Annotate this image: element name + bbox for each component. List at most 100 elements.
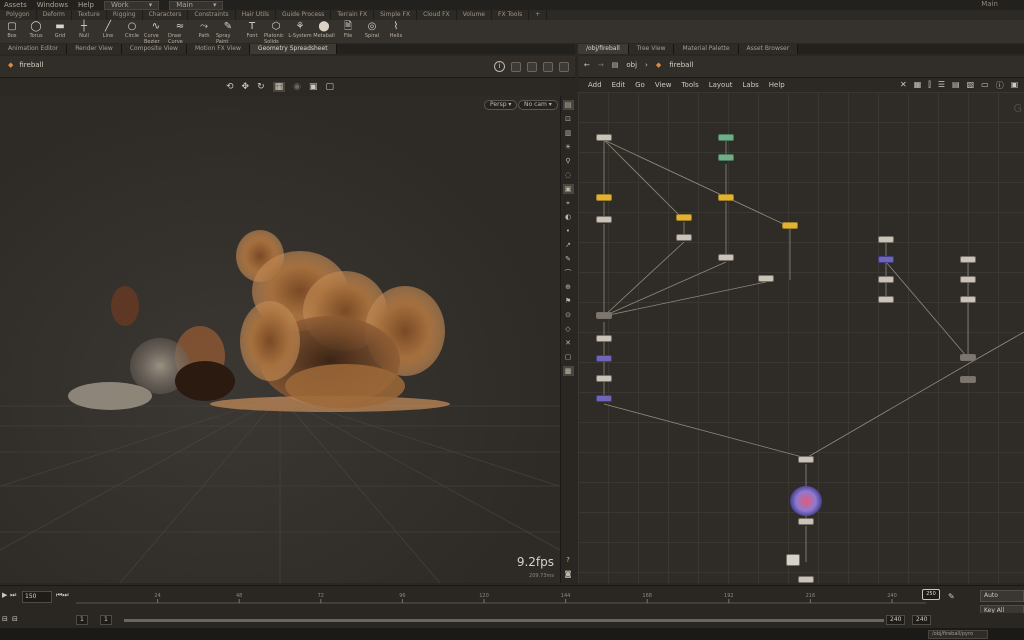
- frame-step-icon[interactable]: ⏮⏭: [56, 591, 69, 600]
- status-path-field[interactable]: /obj/fireball/pyro: [928, 630, 988, 639]
- pane-tab[interactable]: Animation Editor: [0, 44, 68, 54]
- range-start-input-2[interactable]: 1: [100, 615, 112, 625]
- flag-icon[interactable]: ⚑: [563, 296, 574, 306]
- path-node[interactable]: fireball: [669, 61, 693, 69]
- snap-grid-icon[interactable]: ▧: [967, 80, 975, 91]
- tool-l-system[interactable]: ⚘ L-System: [288, 20, 312, 43]
- back-icon[interactable]: ←: [584, 61, 590, 69]
- user-desktop-label[interactable]: Main: [981, 0, 998, 8]
- node[interactable]: [960, 354, 976, 361]
- pane-tab[interactable]: Material Palette: [674, 44, 739, 54]
- auto-key-button[interactable]: Auto: [980, 590, 1024, 602]
- node[interactable]: [596, 335, 612, 342]
- node[interactable]: [782, 222, 798, 229]
- node[interactable]: [798, 456, 814, 463]
- shade-icon[interactable]: ◐: [563, 212, 574, 222]
- maximize-icon[interactable]: [559, 61, 569, 72]
- network-menu-item[interactable]: View: [655, 81, 672, 89]
- desktop-selector[interactable]: Work ▾: [104, 0, 160, 10]
- tool-grid[interactable]: ▬ Grid: [48, 20, 72, 43]
- desktop-selector-2[interactable]: Main ▾: [169, 0, 224, 10]
- node[interactable]: [718, 254, 734, 261]
- node[interactable]: [596, 216, 612, 223]
- guide-icon[interactable]: ⊕: [563, 282, 574, 292]
- pin-icon[interactable]: [511, 61, 521, 72]
- node[interactable]: [960, 276, 976, 283]
- cam-select-menu[interactable]: No cam ▾: [518, 100, 558, 110]
- wrench-icon[interactable]: ✕: [900, 80, 907, 91]
- pane-tab[interactable]: Composite View: [121, 44, 187, 54]
- shelf-tab[interactable]: Simple FX: [374, 10, 418, 20]
- node[interactable]: [798, 518, 814, 525]
- capture-icon[interactable]: ▢: [563, 352, 574, 362]
- tool-line[interactable]: ╱ Line: [96, 20, 120, 43]
- info-icon[interactable]: i: [494, 61, 505, 72]
- point-icon[interactable]: •: [563, 226, 574, 236]
- network-menu-item[interactable]: Add: [588, 81, 602, 89]
- range-end-input[interactable]: 240: [886, 615, 906, 625]
- wire-icon[interactable]: ⌖: [563, 198, 574, 208]
- range-settings-icon[interactable]: ⊟: [12, 615, 18, 623]
- select-icon[interactable]: ▤: [562, 100, 574, 110]
- viewport-path-label[interactable]: fireball: [19, 61, 43, 69]
- tool-path[interactable]: ⤳ Path: [192, 20, 216, 43]
- grid-toggle-icon[interactable]: ▤: [952, 80, 960, 91]
- network-editor-canvas[interactable]: G: [578, 92, 1024, 583]
- move-icon[interactable]: ✥: [242, 82, 250, 92]
- network-settings-icon[interactable]: ▣: [1011, 80, 1019, 91]
- pyro-solver-node[interactable]: [790, 486, 822, 516]
- tool-box[interactable]: ▢ Box: [0, 20, 24, 43]
- tool-spray-paint[interactable]: ✎ Spray Paint: [216, 20, 240, 45]
- node[interactable]: [596, 194, 612, 201]
- node[interactable]: [878, 296, 894, 303]
- tool-curve-bezier[interactable]: ∿ Curve Bezier: [144, 20, 168, 45]
- network-menu-item[interactable]: Layout: [709, 81, 733, 89]
- tumble-icon[interactable]: ⟲: [226, 82, 234, 92]
- shelf-tab[interactable]: Deform: [37, 10, 72, 20]
- tool-draw-curve[interactable]: ≈ Draw Curve: [168, 20, 192, 45]
- shelf-tab[interactable]: Polygon: [0, 10, 37, 20]
- path-obj[interactable]: obj: [626, 61, 637, 69]
- pin-view-icon[interactable]: ⚲: [563, 156, 574, 166]
- menu-help[interactable]: Help: [78, 1, 94, 9]
- ghost-icon[interactable]: ◌: [563, 170, 574, 180]
- network-view-icon[interactable]: ▦: [914, 80, 922, 91]
- network-menu-item[interactable]: Help: [769, 81, 785, 89]
- pane-tab[interactable]: Tree View: [628, 44, 675, 54]
- snap-icon[interactable]: ▣: [562, 184, 574, 194]
- node[interactable]: [960, 376, 976, 383]
- range-slider[interactable]: [124, 619, 884, 622]
- shelf-tab[interactable]: Hair Utils: [236, 10, 277, 20]
- node[interactable]: [596, 312, 612, 319]
- camera-lock-icon[interactable]: ▥: [563, 128, 574, 138]
- node[interactable]: [718, 134, 734, 141]
- display-icon[interactable]: ▩: [562, 366, 574, 376]
- shelf-tab[interactable]: Cloud FX: [417, 10, 457, 20]
- tool-torus[interactable]: ◯ Torus: [24, 20, 48, 43]
- tool-file[interactable]: 🗎 File: [336, 20, 360, 43]
- node[interactable]: [676, 234, 692, 241]
- tool-helix[interactable]: ⌇ Helix: [384, 20, 408, 43]
- rotate-icon[interactable]: ↻: [257, 82, 265, 92]
- shelf-tab[interactable]: Terrain FX: [331, 10, 375, 20]
- camera-icon[interactable]: ▣: [309, 82, 318, 92]
- align-icon[interactable]: ⫿: [928, 80, 931, 91]
- layout-icon[interactable]: [527, 61, 537, 72]
- play-icon[interactable]: ▶: [2, 591, 7, 599]
- node[interactable]: [786, 554, 800, 566]
- node[interactable]: [596, 355, 612, 362]
- shelf-tab[interactable]: Rigging: [107, 10, 143, 20]
- step-forward-icon[interactable]: ⏭: [10, 591, 16, 600]
- shelf-tab[interactable]: Texture: [72, 10, 107, 20]
- range-lock-icon[interactable]: ⊟: [2, 615, 8, 623]
- lock-icon[interactable]: ⊡: [563, 114, 574, 124]
- timeline-ruler[interactable]: 24 48 72 96 120 144 168 192 216 240: [76, 589, 936, 609]
- menu-windows[interactable]: Windows: [37, 1, 68, 9]
- range-start-input[interactable]: 1: [76, 615, 88, 625]
- current-frame-input[interactable]: 150: [22, 591, 52, 603]
- tool-spiral[interactable]: ◎ Spiral: [360, 20, 384, 43]
- network-menu-item[interactable]: Edit: [612, 81, 626, 89]
- measure-icon[interactable]: ⌒: [563, 268, 574, 278]
- tool-metaball[interactable]: ⬤ Metaball: [312, 20, 336, 43]
- handle-icon[interactable]: ✎: [563, 254, 574, 264]
